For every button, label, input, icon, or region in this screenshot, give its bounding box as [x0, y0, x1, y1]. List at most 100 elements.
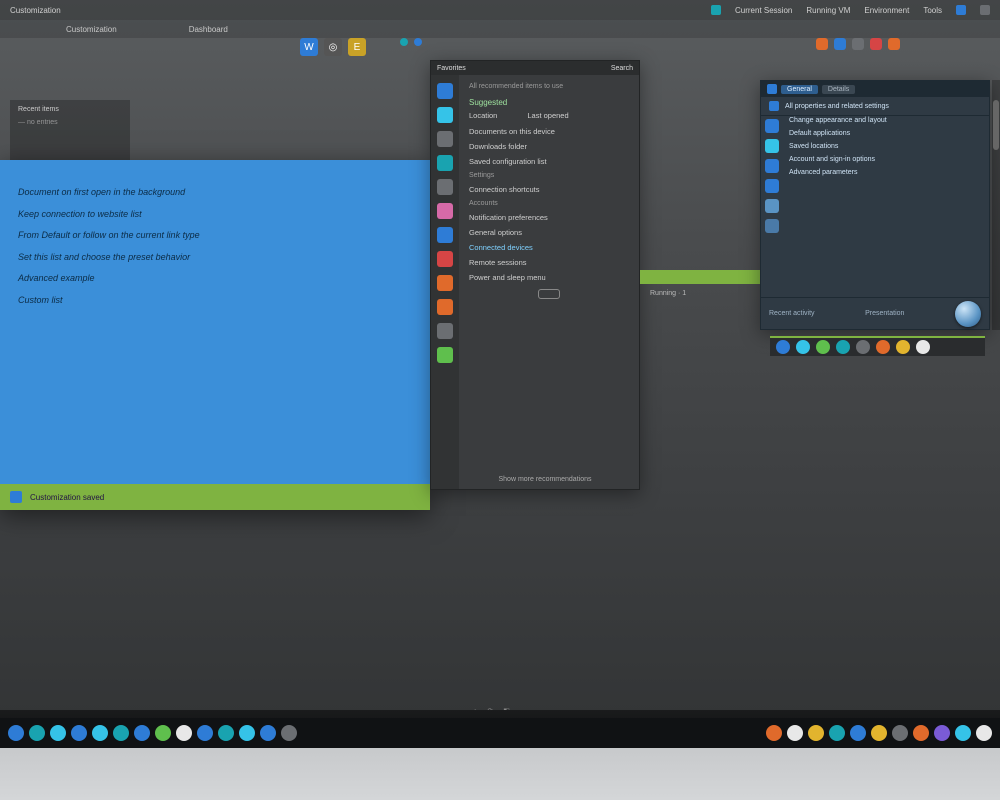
task-icon[interactable] [176, 725, 192, 741]
prop-row[interactable]: Advanced parameters [789, 169, 983, 176]
start-item[interactable]: Downloads folder [469, 139, 629, 154]
panel-header: All properties and related settings [785, 103, 889, 110]
task-icon[interactable] [50, 725, 66, 741]
menu-item[interactable]: Tools [923, 6, 942, 15]
task-icon[interactable] [218, 725, 234, 741]
tray-icon[interactable] [829, 725, 845, 741]
rail-mail-icon[interactable] [437, 155, 453, 171]
tray-icon[interactable] [871, 725, 887, 741]
toggle-icon[interactable] [538, 289, 560, 299]
rail-media-icon[interactable] [437, 203, 453, 219]
mini-task-icon[interactable] [876, 340, 890, 354]
mini-task-icon[interactable] [836, 340, 850, 354]
rail-terminal-icon[interactable] [437, 179, 453, 195]
rail-settings-icon[interactable] [437, 275, 453, 291]
tray-icon[interactable] [913, 725, 929, 741]
prop-row[interactable]: Default applications [789, 130, 983, 137]
tray-icon[interactable] [787, 725, 803, 741]
task-icon[interactable] [29, 725, 45, 741]
tray-icon[interactable] [850, 725, 866, 741]
mini-task-icon[interactable] [896, 340, 910, 354]
rail-files-icon[interactable] [437, 131, 453, 147]
rail-store-icon[interactable] [437, 227, 453, 243]
tray-icon[interactable] [892, 725, 908, 741]
mini-task-icon[interactable] [816, 340, 830, 354]
toolbar-secondary [400, 38, 422, 46]
start-item[interactable]: Notification preferences [469, 210, 629, 225]
doc-line: Keep connection to website list [18, 204, 412, 226]
task-icon[interactable] [260, 725, 276, 741]
start-tab-favorites[interactable]: Favorites [437, 65, 466, 72]
start-tab-search[interactable]: Search [611, 65, 633, 72]
prop-row[interactable]: Account and sign-in options [789, 156, 983, 163]
row-icon [765, 219, 779, 233]
task-icon[interactable] [197, 725, 213, 741]
menu-item[interactable]: Running VM [806, 6, 850, 15]
task-icon[interactable] [92, 725, 108, 741]
tray-icon[interactable] [852, 38, 864, 50]
start-subtitle: All recommended items to use [469, 83, 629, 90]
rail-help-icon[interactable] [437, 299, 453, 315]
app-icon-settings[interactable]: ◎ [324, 38, 342, 56]
tab-a[interactable]: Customization [60, 23, 123, 36]
start-item[interactable]: Accounts [469, 197, 629, 210]
start-item[interactable]: Documents on this device [469, 124, 629, 139]
tray-icon[interactable] [816, 38, 828, 50]
task-icon[interactable] [281, 725, 297, 741]
row-icon [765, 119, 779, 133]
task-icon[interactable] [155, 725, 171, 741]
start-item[interactable]: Settings [469, 169, 629, 182]
scrollbar-thumb[interactable] [993, 100, 999, 150]
start-item[interactable]: Connected devices [469, 240, 629, 255]
tray-icon[interactable] [834, 38, 846, 50]
tab-b[interactable]: Dashboard [183, 23, 234, 36]
start-button-icon[interactable] [8, 725, 24, 741]
doc-line: From Default or follow on the current li… [18, 225, 412, 247]
menubar-title: Customization [10, 6, 61, 15]
rail-web-icon[interactable] [437, 107, 453, 123]
tray-icon[interactable] [976, 725, 992, 741]
task-icon[interactable] [71, 725, 87, 741]
menu-item[interactable]: Environment [864, 6, 909, 15]
start-footer[interactable]: Show more recommendations [459, 476, 631, 483]
tab-general[interactable]: General [781, 85, 818, 94]
menu-item[interactable]: Current Session [735, 6, 792, 15]
scrollbar[interactable] [992, 80, 1000, 330]
rail-security-icon[interactable] [437, 251, 453, 267]
display-knob-icon[interactable] [955, 301, 981, 327]
start-item[interactable]: Power and sleep menu [469, 270, 629, 285]
rail-power-icon[interactable] [437, 347, 453, 363]
tray-icon[interactable] [888, 38, 900, 50]
recent-panel: Recent items — no entries [10, 100, 130, 160]
tray-icon[interactable] [955, 725, 971, 741]
rail-home-icon[interactable] [437, 83, 453, 99]
save-icon [10, 491, 22, 503]
mini-task-icon[interactable] [796, 340, 810, 354]
tray-icon[interactable] [870, 38, 882, 50]
col-header: Last opened [527, 111, 568, 120]
tab-details[interactable]: Details [822, 85, 855, 94]
task-icon[interactable] [134, 725, 150, 741]
start-panel-title: Favorites Search [431, 61, 639, 75]
start-item[interactable]: Saved configuration list [469, 154, 629, 169]
tray-icon[interactable] [766, 725, 782, 741]
app-icon-word[interactable]: W [300, 38, 318, 56]
task-icon[interactable] [239, 725, 255, 741]
note-icon[interactable] [980, 5, 990, 15]
prop-row[interactable]: Saved locations [789, 143, 983, 150]
row-icon [765, 179, 779, 193]
start-item[interactable]: Connection shortcuts [469, 182, 629, 197]
task-icon[interactable] [113, 725, 129, 741]
prop-row[interactable]: Change appearance and layout [789, 117, 983, 124]
mini-task-icon[interactable] [856, 340, 870, 354]
app-icon-explorer[interactable]: E [348, 38, 366, 56]
tray-icon[interactable] [808, 725, 824, 741]
start-item[interactable]: Remote sessions [469, 255, 629, 270]
tray-icon[interactable] [934, 725, 950, 741]
globe-icon[interactable] [956, 5, 966, 15]
mini-task-icon[interactable] [776, 340, 790, 354]
doc-line: Advanced example [18, 268, 412, 290]
mini-task-icon[interactable] [916, 340, 930, 354]
start-item[interactable]: General options [469, 225, 629, 240]
rail-vm-icon[interactable] [437, 323, 453, 339]
